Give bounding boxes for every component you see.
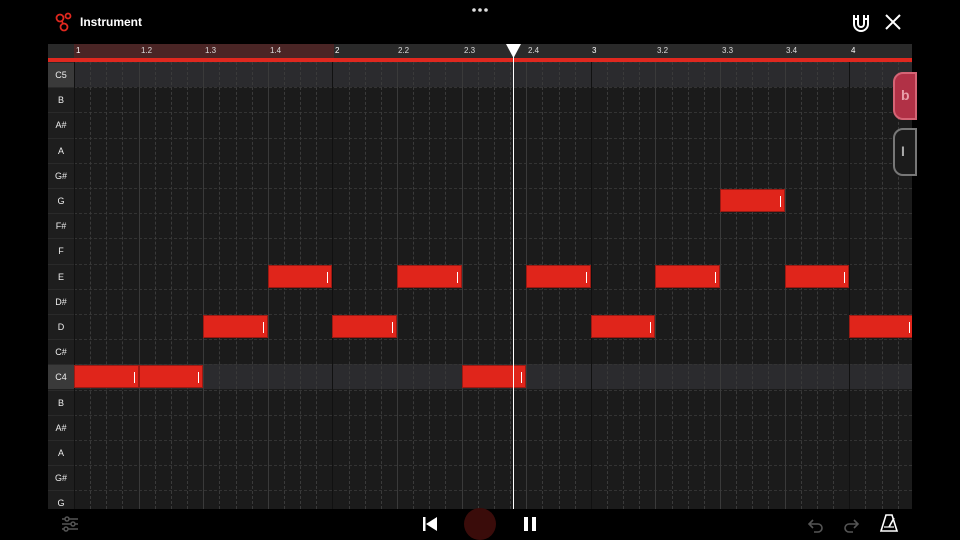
piano-roll-grid[interactable] xyxy=(74,62,912,509)
side-panel-button-glyph: I xyxy=(901,143,905,159)
grid-line xyxy=(74,62,75,509)
midi-note[interactable] xyxy=(138,365,204,389)
undo-icon[interactable] xyxy=(806,515,824,533)
ruler-tick: 2.4 xyxy=(528,46,540,55)
midi-note[interactable] xyxy=(203,315,268,338)
piano-key[interactable]: B xyxy=(48,87,74,112)
ruler-tick: 2.3 xyxy=(464,46,476,55)
grid-line xyxy=(477,62,479,509)
grid-line xyxy=(380,62,382,509)
close-icon[interactable] xyxy=(883,12,903,32)
grid-line xyxy=(90,62,92,509)
midi-note[interactable] xyxy=(590,315,656,338)
grid-line xyxy=(736,62,738,509)
grid-line xyxy=(881,62,883,509)
piano-key[interactable]: A# xyxy=(48,112,74,137)
piano-key[interactable]: A# xyxy=(48,414,74,440)
metronome-icon[interactable] xyxy=(879,513,899,533)
side-panel-button-glyph: b xyxy=(901,87,910,103)
midi-note[interactable] xyxy=(74,365,139,389)
grid-line xyxy=(364,62,366,509)
ruler-tick: 2.2 xyxy=(398,46,410,55)
piano-key[interactable]: G# xyxy=(48,465,74,490)
record-button[interactable] xyxy=(464,508,496,540)
loop-region[interactable] xyxy=(74,44,334,58)
piano-key[interactable]: A xyxy=(48,440,74,465)
midi-note[interactable] xyxy=(397,264,462,288)
skip-to-start-icon[interactable] xyxy=(421,515,439,533)
grid-line xyxy=(865,62,867,509)
piano-key[interactable]: G# xyxy=(48,162,74,188)
grid-line xyxy=(203,62,205,509)
grid-line xyxy=(768,62,770,509)
grid-line xyxy=(590,62,592,509)
pause-icon[interactable] xyxy=(522,515,538,533)
ruler-tick: 3.3 xyxy=(722,46,734,55)
grid-line xyxy=(154,62,156,509)
midi-note[interactable] xyxy=(267,264,333,288)
instrument-logo-icon xyxy=(55,12,72,32)
ruler-tick: 1.3 xyxy=(205,46,217,55)
piano-key[interactable]: D xyxy=(48,314,74,339)
grid-line xyxy=(720,62,721,509)
playhead-line xyxy=(513,56,514,509)
ruler-tick: 1.2 xyxy=(141,46,153,55)
midi-note[interactable] xyxy=(461,365,527,389)
grid-line xyxy=(639,62,641,509)
grid-line xyxy=(493,62,495,509)
midi-note[interactable] xyxy=(849,315,912,338)
ruler-tick: 2 xyxy=(335,46,340,55)
midi-note[interactable] xyxy=(526,264,591,288)
grid-line xyxy=(623,62,625,509)
piano-key[interactable]: F# xyxy=(48,213,74,238)
piano-key[interactable]: E xyxy=(48,263,74,289)
ruler-tick: 3 xyxy=(592,46,597,55)
mixer-settings-icon[interactable] xyxy=(60,514,80,534)
more-options-icon[interactable] xyxy=(468,4,492,16)
ruler-tick: 4 xyxy=(851,46,856,55)
ruler-tick: 3.2 xyxy=(657,46,669,55)
ruler-tick: 3.4 xyxy=(786,46,798,55)
grid-line xyxy=(219,62,221,509)
grid-line xyxy=(510,62,512,509)
grid-line xyxy=(170,62,172,509)
ruler-tick: 1.4 xyxy=(270,46,282,55)
page-title: Instrument xyxy=(80,15,143,29)
midi-note[interactable] xyxy=(784,264,850,288)
side-panel-button[interactable]: I xyxy=(893,128,917,176)
piano-key[interactable]: A xyxy=(48,137,74,163)
grid-line xyxy=(138,62,140,509)
midi-note[interactable] xyxy=(655,264,720,288)
playhead-marker[interactable] xyxy=(506,44,521,58)
grid-line xyxy=(122,62,124,509)
piano-key[interactable]: F xyxy=(48,238,74,263)
grid-line xyxy=(461,62,463,509)
midi-note[interactable] xyxy=(720,189,785,212)
piano-key[interactable]: G xyxy=(48,188,74,213)
piano-key[interactable]: C# xyxy=(48,339,74,364)
snap-magnet-icon[interactable] xyxy=(850,12,872,34)
piano-key[interactable]: C4 xyxy=(48,364,74,390)
grid-line xyxy=(235,62,237,509)
grid-line xyxy=(251,62,253,509)
grid-line xyxy=(752,62,754,509)
grid-line xyxy=(106,62,108,509)
piano-key[interactable]: D# xyxy=(48,288,74,314)
midi-note[interactable] xyxy=(332,315,397,338)
grid-line xyxy=(332,62,334,509)
grid-line xyxy=(849,62,851,509)
piano-key[interactable]: B xyxy=(48,389,74,415)
ruler-tick: 1 xyxy=(76,46,81,55)
piano-keyboard: C5 B A# A G# G F# F E D# D C# C4 B A# A G# G xyxy=(48,62,74,509)
timeline-ruler[interactable]: 1 1.2 1.3 1.4 2 2.2 2.3 2.4 3 3.2 3.3 3.… xyxy=(48,44,912,58)
redo-icon[interactable] xyxy=(843,515,861,533)
grid-line xyxy=(348,62,350,509)
side-panel-button[interactable]: b xyxy=(893,72,917,120)
grid-line xyxy=(187,62,189,509)
grid-line xyxy=(606,62,608,509)
piano-key[interactable]: C5 xyxy=(48,62,74,87)
